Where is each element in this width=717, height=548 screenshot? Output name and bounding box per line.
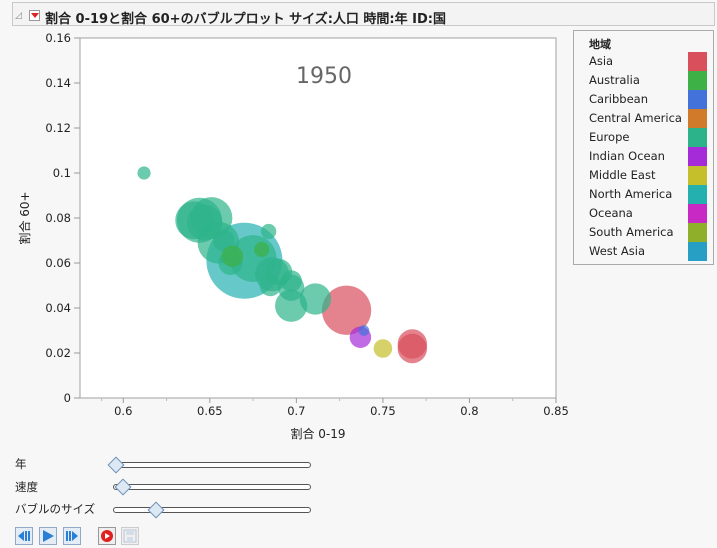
x-tick-label: 0.7	[287, 404, 305, 418]
bubble-europe[interactable]	[280, 270, 302, 292]
y-tick-label: 0.02	[45, 346, 71, 360]
legend-item-label: Indian Ocean	[589, 149, 665, 163]
step-back-icon	[18, 531, 30, 541]
bubble-middle-east[interactable]	[373, 339, 393, 358]
chart-svg: 1950 0.6 0.65 0.7 0.75 0.8 0.85 0 0.02 0.04 0.06…	[17, 31, 569, 441]
play-icon	[43, 530, 54, 542]
legend-color-swatch	[688, 109, 707, 128]
legend-item[interactable]: Australia	[589, 71, 711, 90]
x-tick-label: 0.75	[370, 404, 396, 418]
save-button	[121, 527, 139, 545]
y-tick-label: 0.08	[45, 211, 71, 225]
record-icon	[101, 530, 113, 542]
legend-color-swatch	[688, 166, 707, 185]
legend-color-swatch	[688, 71, 707, 90]
y-tick-label: 0.14	[45, 76, 71, 90]
bubble-australia[interactable]	[221, 245, 244, 267]
step-forward-button[interactable]	[63, 527, 81, 545]
legend-item-label: Asia	[589, 54, 614, 68]
y-tick-label: 0.06	[45, 256, 71, 270]
legend-color-swatch	[688, 52, 707, 71]
bubble-size-slider-thumb[interactable]	[147, 501, 165, 519]
legend-item-label: Middle East	[589, 168, 656, 182]
y-tick-label: 0.16	[45, 31, 71, 45]
legend-item[interactable]: South America	[589, 223, 711, 242]
x-tick-label: 0.65	[197, 404, 223, 418]
bubble-caribbean[interactable]	[358, 325, 370, 336]
legend-color-swatch	[688, 204, 707, 223]
legend-color-swatch	[688, 147, 707, 166]
y-tick-label: 0.1	[53, 166, 71, 180]
x-axis-label: 割合 0-19	[290, 426, 345, 441]
speed-slider[interactable]	[113, 478, 311, 496]
y-tick-label: 0.04	[45, 301, 71, 315]
legend-title: 地域	[589, 38, 611, 51]
step-back-button[interactable]	[15, 527, 33, 545]
report-title: 割合 0-19と割合 60+のバブルプロット サイズ:人口 時間:年 ID:国	[45, 12, 446, 27]
bubble-size-slider[interactable]	[113, 501, 311, 519]
bubble-europe[interactable]	[259, 274, 282, 297]
speed-slider-label: 速度	[15, 480, 38, 494]
legend-item[interactable]: Middle East	[589, 166, 711, 185]
report-title-bar: ◿ 割合 0-19と割合 60+のバブルプロット サイズ:人口 時間:年 ID:…	[12, 2, 715, 27]
legend-item[interactable]: Caribbean	[589, 90, 711, 109]
legend-item-label: North America	[589, 187, 673, 201]
speed-slider-thumb[interactable]	[114, 478, 132, 496]
bubble-europe[interactable]	[261, 223, 277, 240]
legend-item-label: Caribbean	[589, 92, 649, 106]
legend-item-label: West Asia	[589, 244, 646, 258]
step-forward-icon	[66, 531, 78, 541]
save-disk-icon	[123, 529, 137, 543]
x-tick-label: 0.6	[114, 404, 132, 418]
legend-item-label: Central America	[589, 111, 682, 125]
bubble-europe[interactable]	[299, 283, 332, 315]
legend-color-swatch	[688, 90, 707, 109]
legend-color-swatch	[688, 128, 707, 147]
play-button[interactable]	[39, 527, 57, 545]
legend-item[interactable]: Europe	[589, 128, 711, 147]
legend-item[interactable]: West Asia	[589, 242, 711, 261]
year-slider-label: 年	[15, 457, 27, 471]
legend-item-label: Australia	[589, 73, 640, 87]
plot-frame	[79, 37, 557, 399]
legend-item[interactable]: Central America	[589, 109, 711, 128]
legend-item-label: South America	[589, 225, 674, 239]
y-axis-label: 割合 60+	[17, 191, 32, 244]
collapse-triangle-icon[interactable]: ◿	[15, 11, 22, 21]
legend-item[interactable]: North America	[589, 185, 711, 204]
bubble-australia[interactable]	[254, 241, 270, 258]
bubble-europe[interactable]	[137, 166, 151, 180]
year-annotation: 1950	[296, 64, 352, 89]
x-tick-label: 0.8	[460, 404, 478, 418]
legend-color-swatch	[688, 223, 707, 242]
legend-item-label: Oceana	[589, 206, 633, 220]
legend-item[interactable]: Asia	[589, 52, 711, 71]
year-slider-thumb[interactable]	[107, 456, 125, 474]
legend-color-swatch	[688, 242, 707, 261]
legend-item[interactable]: Oceana	[589, 204, 711, 223]
legend-item-label: Europe	[589, 130, 630, 144]
legend: 地域 Asia Australia Caribbean Central America…	[573, 30, 714, 265]
legend-color-swatch	[688, 185, 707, 204]
x-tick-label: 0.85	[543, 404, 569, 418]
bubble-asia[interactable]	[397, 333, 428, 364]
bubble-size-slider-label: バブルのサイズ	[15, 502, 96, 516]
record-button[interactable]	[98, 527, 116, 545]
y-tick-label: 0	[64, 391, 71, 405]
y-tick-label: 0.12	[45, 121, 71, 135]
legend-item[interactable]: Indian Ocean	[589, 147, 711, 166]
year-slider[interactable]	[107, 456, 311, 474]
red-triangle-menu-icon[interactable]	[29, 10, 40, 21]
